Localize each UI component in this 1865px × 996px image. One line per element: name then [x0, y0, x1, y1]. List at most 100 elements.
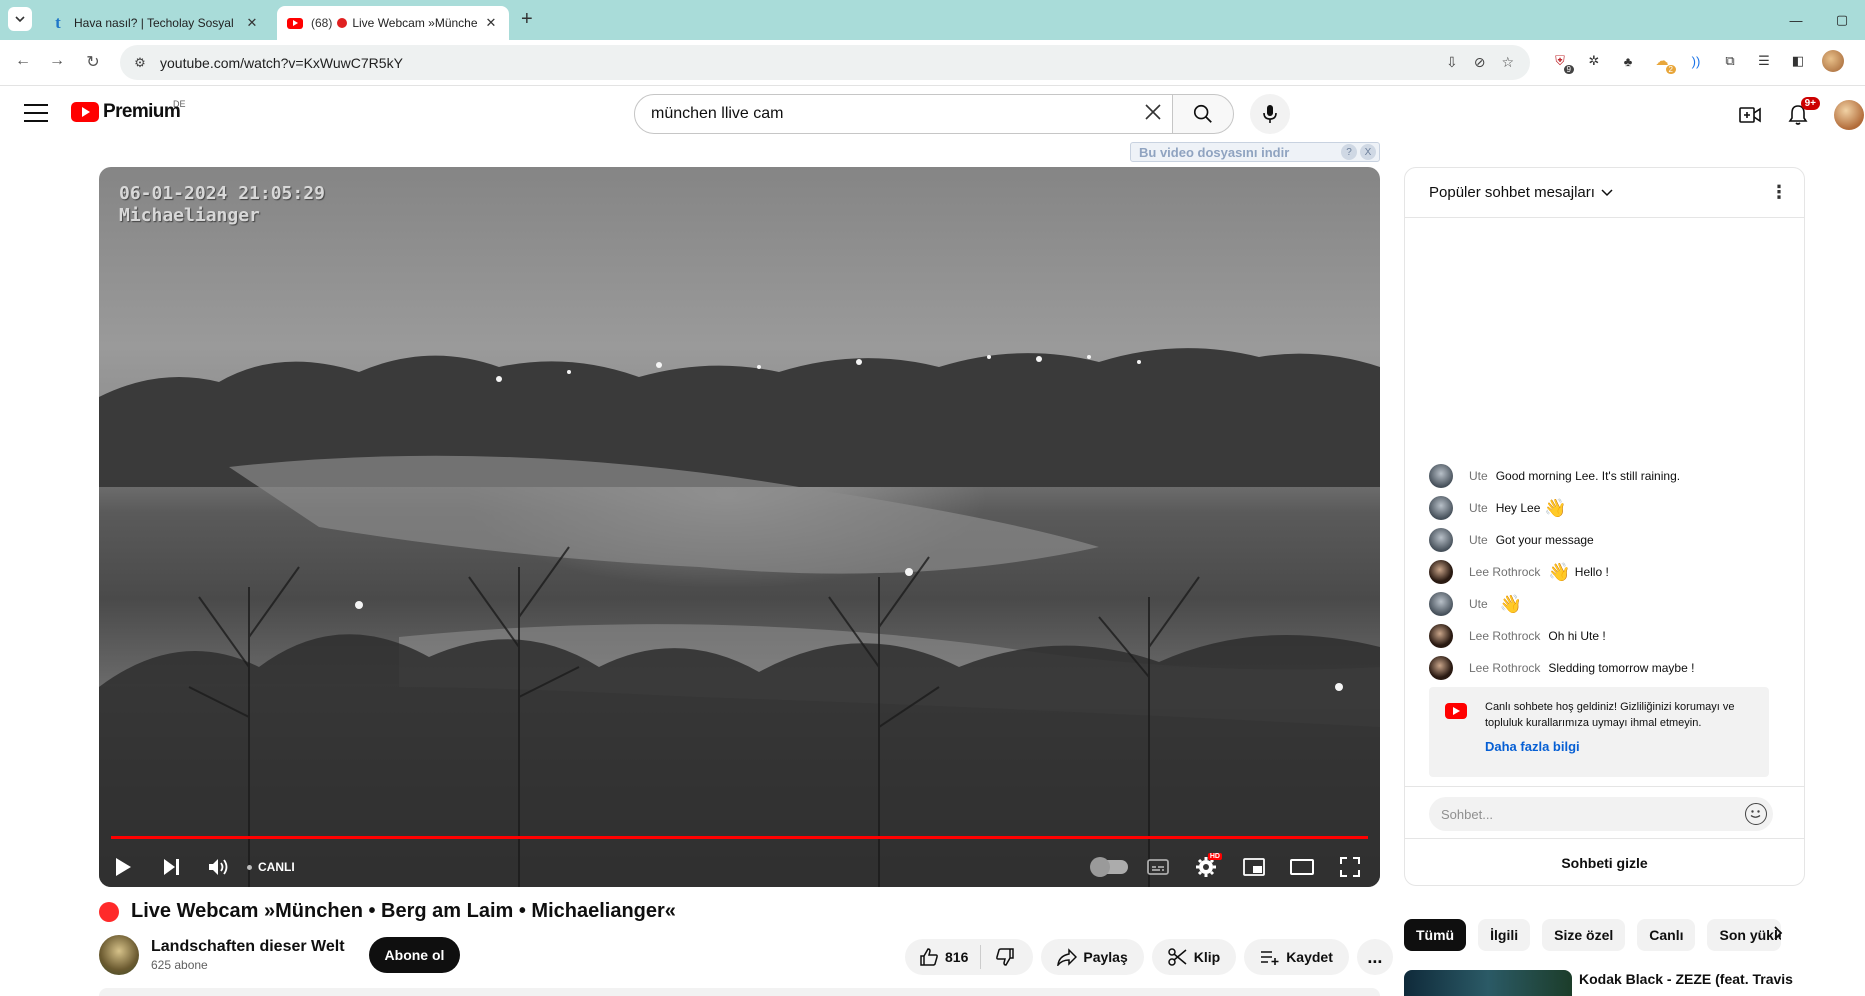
- reload-icon[interactable]: ↻: [82, 52, 104, 72]
- play-button[interactable]: [99, 847, 147, 887]
- chat-author-avatar[interactable]: [1429, 656, 1453, 680]
- chat-author-name[interactable]: Lee Rothrock: [1469, 661, 1540, 675]
- browser-tab-techolay[interactable]: t Hava nasıl? | Techolay Sosyal ✕: [40, 6, 270, 40]
- tab-close-icon[interactable]: ✕: [244, 15, 260, 31]
- cloud-extension-icon[interactable]: ☁ 2: [1652, 51, 1676, 74]
- chat-author-name[interactable]: Ute: [1469, 469, 1488, 483]
- search-button[interactable]: [1172, 94, 1234, 134]
- chat-message: Lee Rothrock Oh hi Ute !: [1429, 620, 1789, 652]
- new-tab-plus-icon[interactable]: +: [521, 8, 533, 31]
- channel-name[interactable]: Landschaften dieser Welt: [151, 938, 345, 956]
- clear-search-icon[interactable]: [1133, 101, 1173, 127]
- miniplayer-button[interactable]: [1230, 847, 1278, 887]
- chat-more-options-icon[interactable]: ⋮: [1770, 182, 1788, 203]
- dislike-button[interactable]: [981, 939, 1033, 975]
- more-actions-button[interactable]: ...: [1356, 939, 1393, 975]
- extensions-puzzle-icon[interactable]: ⧉: [1720, 51, 1740, 71]
- settings-button[interactable]: HD: [1182, 847, 1230, 887]
- filter-chip[interactable]: İlgili: [1478, 919, 1531, 951]
- site-settings-icon[interactable]: ⚙: [120, 55, 160, 71]
- account-avatar[interactable]: [1834, 100, 1864, 130]
- subscriber-count: 625 abone: [151, 958, 208, 972]
- clip-label: Klip: [1193, 949, 1221, 965]
- theater-mode-button[interactable]: [1278, 847, 1326, 887]
- help-icon[interactable]: ?: [1341, 144, 1357, 160]
- profile-avatar[interactable]: [1822, 50, 1844, 72]
- live-indicator[interactable]: CANLI: [247, 860, 295, 874]
- chat-author-avatar[interactable]: [1429, 624, 1453, 648]
- fullscreen-button[interactable]: [1326, 847, 1374, 887]
- share-button[interactable]: Paylaş: [1041, 939, 1144, 975]
- menu-hamburger-icon[interactable]: [24, 104, 48, 122]
- next-button[interactable]: [147, 847, 195, 887]
- notifications-bell-icon[interactable]: 9+: [1786, 97, 1820, 127]
- chat-author-name[interactable]: Ute: [1469, 501, 1488, 515]
- search-box[interactable]: münchen llive cam: [634, 94, 1174, 134]
- address-bar[interactable]: ⚙ youtube.com/watch?v=KxWuwC7R5kY ⇩ ⊘ ☆: [120, 45, 1530, 80]
- related-video-title[interactable]: Kodak Black - ZEZE (feat. Travis: [1579, 970, 1799, 988]
- subscribe-button[interactable]: Abone ol: [368, 937, 461, 973]
- volume-button[interactable]: [195, 847, 243, 887]
- related-video-item[interactable]: Kodak Black - ZEZE (feat. Travis: [1404, 970, 1804, 996]
- create-video-icon[interactable]: [1738, 103, 1762, 127]
- filter-chip[interactable]: Canlı: [1637, 919, 1696, 951]
- chat-author-name[interactable]: Ute: [1469, 533, 1488, 547]
- chat-author-avatar[interactable]: [1429, 528, 1453, 552]
- browser-tab-bar: t Hava nasıl? | Techolay Sosyal ✕ (68) L…: [0, 0, 1865, 40]
- miniplayer-icon: [1243, 858, 1265, 876]
- browser-tab-youtube[interactable]: (68) Live Webcam »Münche ✕: [277, 6, 509, 40]
- chat-author-name[interactable]: Lee Rothrock: [1469, 565, 1540, 579]
- chat-input[interactable]: Sohbet...: [1429, 797, 1773, 831]
- video-player[interactable]: 06-01-2024 21:05:29 Michaelianger CANLI …: [99, 167, 1380, 887]
- hide-chat-button[interactable]: Sohbeti gizle: [1405, 838, 1804, 886]
- side-panel-icon[interactable]: ◧: [1788, 51, 1808, 71]
- search-input[interactable]: münchen llive cam: [635, 105, 1133, 123]
- autoplay-toggle[interactable]: [1086, 847, 1134, 887]
- chat-author-name[interactable]: Lee Rothrock: [1469, 629, 1540, 643]
- tab-search-button[interactable]: [8, 7, 32, 31]
- chat-author-avatar[interactable]: [1429, 496, 1453, 520]
- browser-toolbar: ← → ↻ ⚙ youtube.com/watch?v=KxWuwC7R5kY …: [0, 40, 1865, 86]
- clip-button[interactable]: Klip: [1151, 939, 1237, 975]
- progress-bar[interactable]: [111, 836, 1368, 839]
- wave-extension-icon[interactable]: )): [1686, 51, 1706, 71]
- filter-chip[interactable]: Son yükle: [1707, 919, 1782, 951]
- filter-chip[interactable]: Size özel: [1542, 919, 1626, 951]
- subtitles-button[interactable]: [1134, 847, 1182, 887]
- bookmark-star-icon[interactable]: ☆: [1501, 54, 1514, 71]
- media-control-icon[interactable]: ☰: [1754, 51, 1774, 71]
- shield-extension-icon[interactable]: ⛨ 9: [1550, 51, 1574, 74]
- related-video-thumbnail[interactable]: [1404, 970, 1572, 996]
- install-app-icon[interactable]: ⇩: [1446, 54, 1458, 71]
- chat-author-avatar[interactable]: [1429, 592, 1453, 616]
- voice-search-button[interactable]: [1250, 94, 1290, 134]
- bee-extension-icon[interactable]: ✲: [1584, 51, 1604, 71]
- chat-message-list: Ute Good morning Lee. It's still raining.…: [1429, 460, 1789, 684]
- chat-author-avatar[interactable]: [1429, 464, 1453, 488]
- chat-message-text: Sledding tomorrow maybe !: [1548, 661, 1695, 675]
- minimize-icon[interactable]: —: [1773, 13, 1819, 28]
- chat-mode-dropdown[interactable]: Popüler sohbet mesajları: [1429, 184, 1770, 201]
- maximize-icon[interactable]: ▢: [1819, 12, 1865, 28]
- puzzle-gray-extension-icon[interactable]: ♣: [1618, 51, 1638, 71]
- back-arrow-icon[interactable]: ←: [12, 52, 34, 70]
- chevron-right-icon[interactable]: [1773, 926, 1783, 945]
- chat-message: Ute Good morning Lee. It's still raining.: [1429, 460, 1789, 492]
- channel-avatar[interactable]: [99, 935, 139, 975]
- save-button[interactable]: Kaydet: [1244, 939, 1349, 975]
- emoji-icon[interactable]: [1745, 803, 1767, 825]
- forward-arrow-icon[interactable]: →: [46, 52, 68, 70]
- eye-off-icon[interactable]: ⊘: [1474, 54, 1486, 71]
- video-download-bar[interactable]: Bu video dosyasını indir ? X: [1130, 142, 1380, 162]
- filter-chip[interactable]: Tümü: [1404, 919, 1467, 951]
- chat-author-name[interactable]: Ute: [1469, 597, 1488, 611]
- chat-author-avatar[interactable]: [1429, 560, 1453, 584]
- learn-more-link[interactable]: Daha fazla bilgi: [1485, 739, 1755, 755]
- tab-title: Live Webcam »Münche: [352, 16, 478, 30]
- share-arrow-icon: [1057, 948, 1078, 966]
- like-button[interactable]: 816: [905, 939, 980, 975]
- close-icon[interactable]: X: [1360, 144, 1376, 160]
- tab-close-icon[interactable]: ✕: [483, 15, 499, 31]
- description-box[interactable]: [99, 988, 1380, 996]
- youtube-premium-logo[interactable]: Premium DE: [71, 99, 186, 123]
